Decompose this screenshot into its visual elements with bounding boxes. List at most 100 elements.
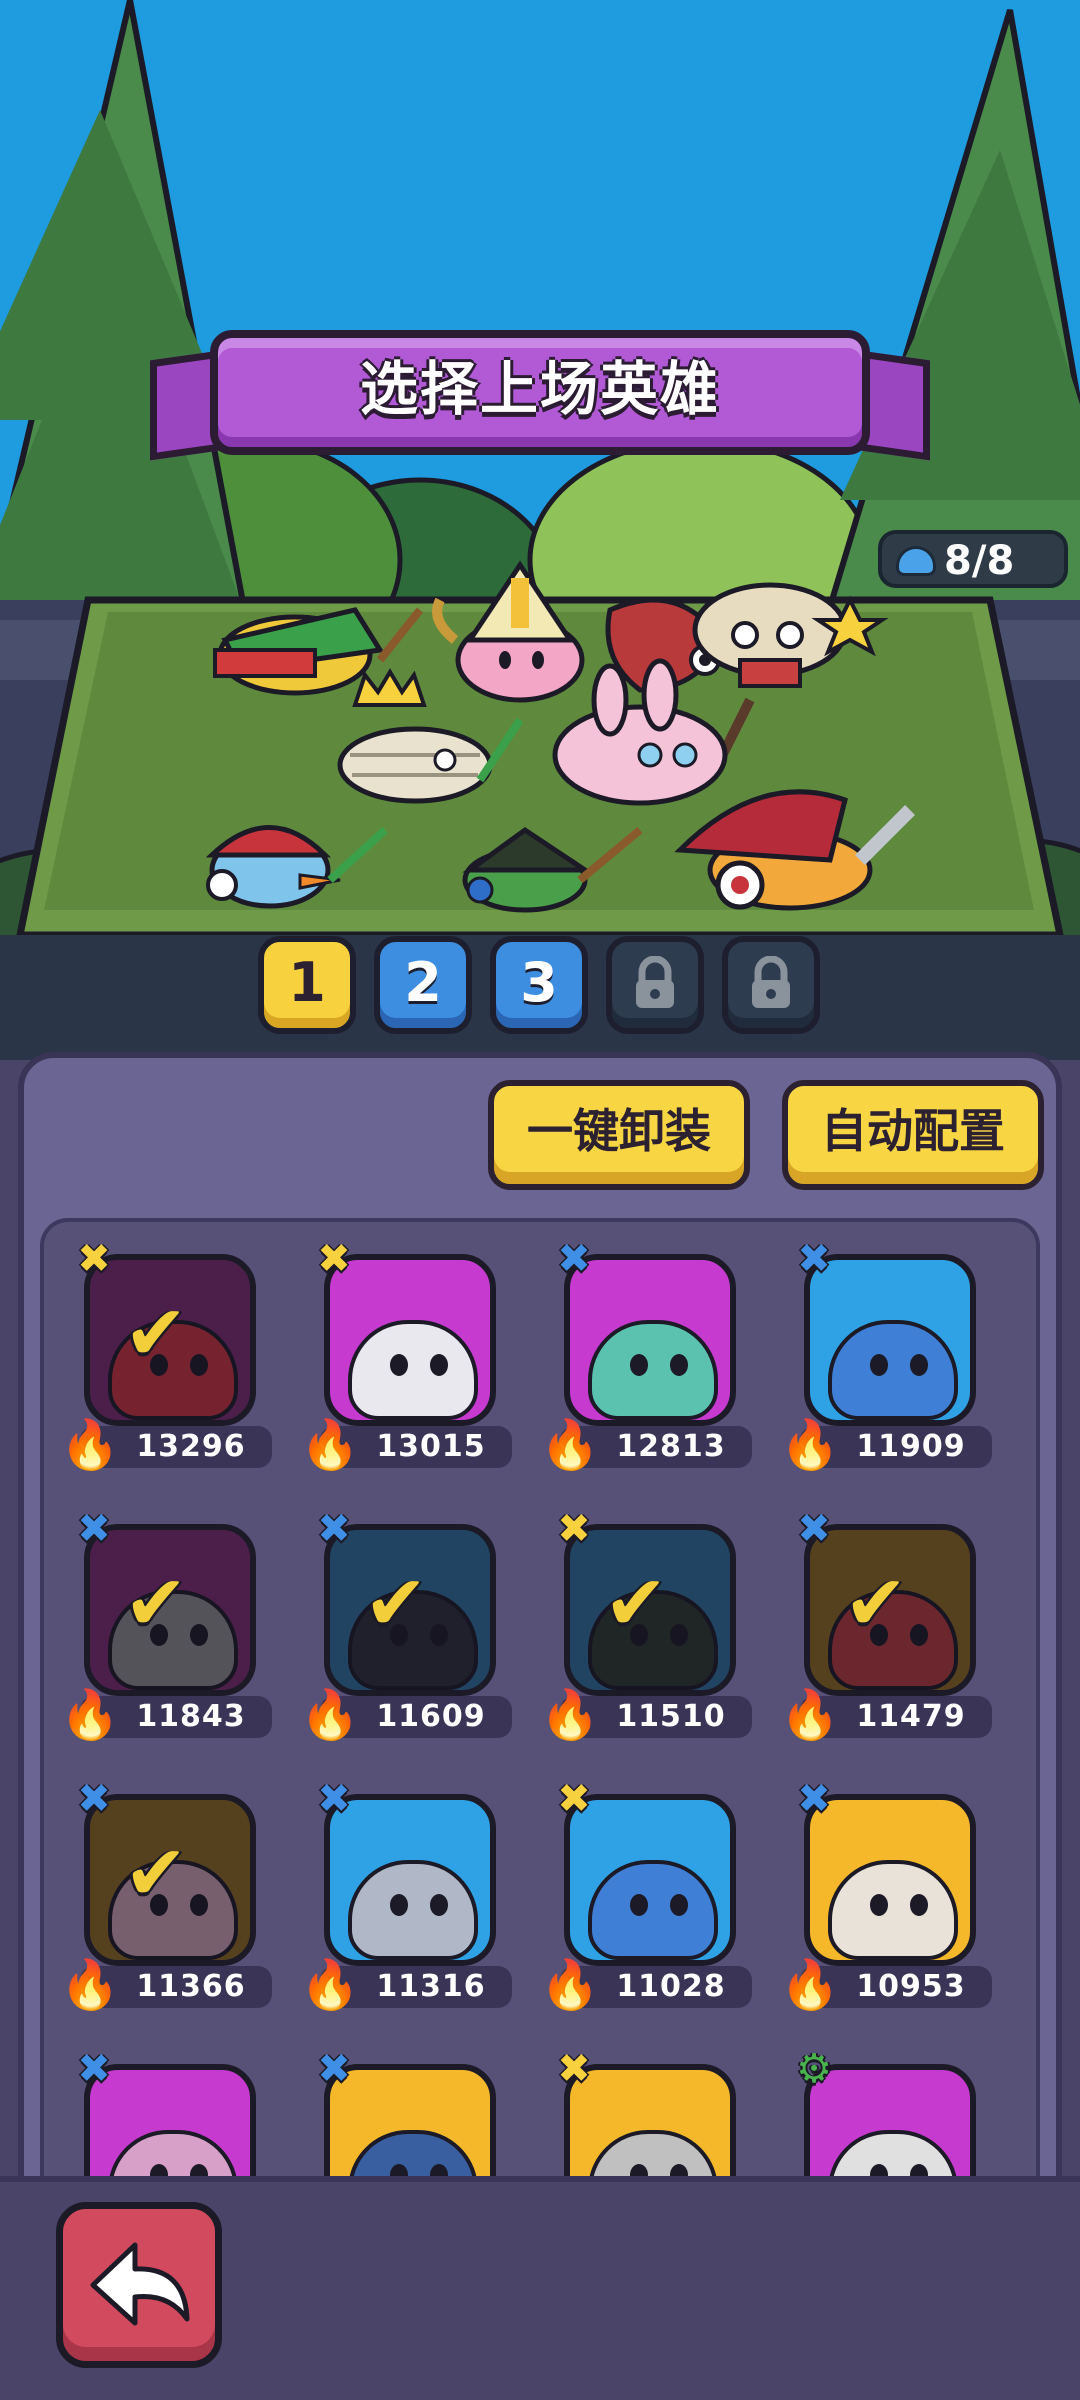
flame-icon: 🔥 (780, 1957, 840, 2013)
back-button[interactable] (56, 2202, 222, 2368)
hero-face (348, 1860, 478, 1960)
yellow-crossbones-icon: ✖ (77, 1236, 111, 1282)
hero-power: 13015 (376, 1429, 486, 1464)
checkmark-icon: ✔ (124, 1558, 188, 1647)
green-gear-icon: ⚙ (796, 2046, 832, 2092)
eye (390, 1894, 408, 1916)
hero-power: 13296 (136, 1429, 246, 1464)
hero-card[interactable]: ✖ 🔥 12813 (532, 1230, 752, 1480)
yellow-crossbones-icon: ✖ (557, 1506, 591, 1552)
flame-icon: 🔥 (540, 1417, 600, 1473)
eye (910, 1894, 928, 1916)
battle-scene: 选择上场英雄 8/8 (0, 0, 1080, 1060)
hero-face (828, 1860, 958, 1960)
hero-power: 11028 (616, 1969, 726, 2004)
hero-power: 11843 (136, 1699, 246, 1734)
eye (670, 1354, 688, 1376)
field-hero-knight (674, 789, 915, 911)
checkmark-icon: ✔ (124, 1288, 188, 1377)
flame-icon: 🔥 (300, 1957, 360, 2013)
blue-crossbones-icon: ✖ (317, 2046, 351, 2092)
eye (870, 1354, 888, 1376)
blue-crossbones-icon: ✖ (77, 1506, 111, 1552)
hero-face (828, 1320, 958, 1420)
flame-icon: 🔥 (60, 1957, 120, 2013)
hero-card[interactable]: ✖ 🔥 11028 (532, 1770, 752, 2020)
flame-icon: 🔥 (540, 1957, 600, 2013)
hero-power: 11609 (376, 1699, 486, 1734)
leader-crown-icon (352, 668, 427, 707)
hero-face (588, 1320, 718, 1420)
field-hero-bishop (432, 560, 585, 703)
hero-slot-counter: 8/8 (878, 530, 1068, 588)
lock-icon (636, 955, 674, 1008)
eye (670, 1894, 688, 1916)
field-hero-cat (462, 826, 643, 913)
hero-power: 11366 (136, 1969, 246, 2004)
formation-tab-label: 2 (404, 951, 442, 1014)
blue-crossbones-icon: ✖ (557, 1236, 591, 1282)
slime-icon (896, 546, 936, 576)
flame-icon: 🔥 (780, 1687, 840, 1743)
eye (430, 1894, 448, 1916)
hero-card[interactable]: ✔ ✖ 🔥 11510 (532, 1500, 752, 1750)
slot-count: 8/8 (944, 538, 1015, 584)
formation-tab-locked-5[interactable] (722, 936, 820, 1034)
flame-icon: 🔥 (780, 1417, 840, 1473)
checkmark-icon: ✔ (604, 1558, 668, 1647)
flame-icon: 🔥 (300, 1417, 360, 1473)
hero-card[interactable]: ✔ ✖ 🔥 11366 (52, 1770, 272, 2020)
yellow-crossbones-icon: ✖ (557, 1776, 591, 1822)
hero-card[interactable]: ✔ ✖ 🔥 13296 (52, 1230, 272, 1480)
formation-tab-label: 3 (520, 951, 558, 1014)
flame-icon: 🔥 (60, 1687, 120, 1743)
field-hero-jester (692, 582, 889, 763)
hero-card[interactable]: ✖ 🔥 11316 (292, 1770, 512, 2020)
hero-card[interactable]: ✔ ✖ 🔥 11843 (52, 1500, 272, 1750)
eye (390, 1354, 408, 1376)
eye (870, 1894, 888, 1916)
auto-config-button[interactable]: 自动配置 (782, 1080, 1044, 1190)
blue-crossbones-icon: ✖ (77, 2046, 111, 2092)
checkmark-icon: ✔ (364, 1558, 428, 1647)
hero-card[interactable]: ✖ 🔥 10953 (772, 1770, 992, 2020)
hero-card[interactable]: ✖ 🔥 13015 (292, 1230, 512, 1480)
blue-crossbones-icon: ✖ (317, 1776, 351, 1822)
hero-power: 11909 (856, 1429, 966, 1464)
flame-icon: 🔥 (540, 1687, 600, 1743)
unequip-all-button[interactable]: 一键卸装 (488, 1080, 750, 1190)
formation-tab-label: 1 (288, 951, 326, 1014)
hero-card[interactable]: ✖ 🔥 11909 (772, 1230, 992, 1480)
hero-power: 12813 (616, 1429, 726, 1464)
eye (910, 1354, 928, 1376)
hero-card[interactable]: ✔ ✖ 🔥 11479 (772, 1500, 992, 1750)
hero-power: 11510 (616, 1699, 726, 1734)
checkmark-icon: ✔ (844, 1558, 908, 1647)
hero-face (588, 1860, 718, 1960)
back-arrow-icon (90, 2242, 190, 2326)
flame-icon: 🔥 (300, 1687, 360, 1743)
page-title: 选择上场英雄 (359, 355, 720, 423)
eye (430, 1354, 448, 1376)
flame-icon: 🔥 (60, 1417, 120, 1473)
blue-crossbones-icon: ✖ (317, 1506, 351, 1552)
yellow-crossbones-icon: ✖ (317, 1236, 351, 1282)
checkmark-icon: ✔ (124, 1828, 188, 1917)
blue-crossbones-icon: ✖ (797, 1236, 831, 1282)
field-hero-snowman (205, 825, 388, 909)
hero-face (348, 1320, 478, 1420)
hero-power: 11479 (856, 1699, 966, 1734)
lock-icon (752, 955, 790, 1008)
hero-power: 10953 (856, 1969, 966, 2004)
formation-tab-1[interactable]: 1 (258, 936, 356, 1034)
field-hero-mummy (337, 717, 524, 804)
blue-crossbones-icon: ✖ (797, 1506, 831, 1552)
formation-tab-3[interactable]: 3 (490, 936, 588, 1034)
formation-tab-2[interactable]: 2 (374, 936, 472, 1034)
hero-card[interactable]: ✔ ✖ 🔥 11609 (292, 1500, 512, 1750)
blue-crossbones-icon: ✖ (797, 1776, 831, 1822)
eye (630, 1354, 648, 1376)
formation-tab-locked-4[interactable] (606, 936, 704, 1034)
yellow-crossbones-icon: ✖ (557, 2046, 591, 2092)
hero-power: 11316 (376, 1969, 486, 2004)
